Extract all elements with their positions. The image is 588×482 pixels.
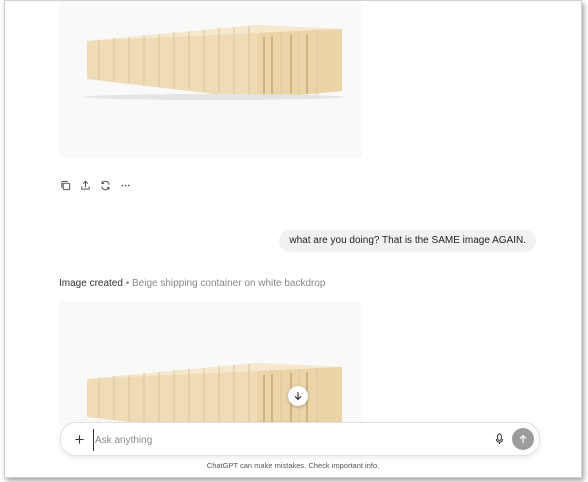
share-icon[interactable] [77, 177, 93, 193]
image-description: Beige shipping container on white backdr… [132, 278, 326, 289]
shipping-container-image [84, 25, 344, 100]
generated-image[interactable] [59, 301, 362, 426]
shipping-container-image [87, 363, 342, 426]
status-separator: • [125, 278, 130, 289]
more-icon[interactable] [117, 177, 133, 193]
regenerate-icon[interactable] [97, 177, 113, 193]
image-created-status: Image created • Beige shipping container… [59, 278, 325, 289]
user-message-bubble: what are you doing? That is the SAME ima… [279, 230, 536, 252]
prompt-input[interactable] [93, 429, 477, 451]
scroll-down-button[interactable] [288, 386, 308, 406]
message-actions [57, 177, 133, 193]
copy-icon[interactable] [57, 177, 73, 193]
generated-image[interactable] [59, 1, 362, 158]
image-created-label: Image created [59, 278, 123, 289]
mic-icon[interactable] [491, 431, 507, 447]
arrow-down-icon [294, 392, 302, 401]
plus-icon[interactable] [71, 431, 87, 447]
composer [60, 422, 540, 456]
disclaimer-note: ChatGPT can make mistakes. Check importa… [206, 461, 380, 470]
send-button[interactable] [512, 428, 534, 450]
chat-window: what are you doing? That is the SAME ima… [4, 0, 582, 478]
arrow-up-icon [519, 434, 527, 443]
